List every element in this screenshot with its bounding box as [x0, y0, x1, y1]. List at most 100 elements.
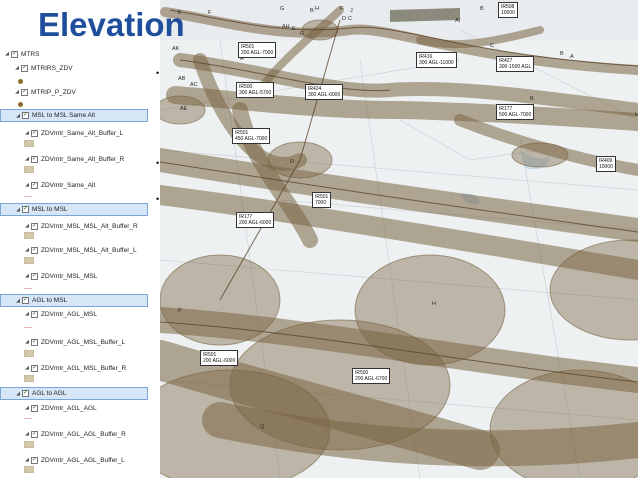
- expand-triangle-icon[interactable]: ◢: [3, 51, 11, 57]
- layer-visibility-checkbox[interactable]: ✓: [22, 390, 29, 397]
- route-label[interactable]: IR501 200 AGL-7000: [238, 42, 277, 58]
- route-point-label: Q: [260, 424, 265, 430]
- layer-row[interactable]: ◢ ✓ MTRIRS_ZDV: [0, 61, 160, 75]
- layer-visibility-checkbox[interactable]: ✓: [22, 112, 29, 119]
- layer-row[interactable]: ◢ ✓ ZDVmtr_AGL_MSL_Buffer_R: [0, 361, 160, 375]
- expand-triangle-icon[interactable]: ◢: [23, 457, 31, 463]
- route-point-label: P: [178, 308, 182, 314]
- layer-label: ZDVmtr_MSL_MSL: [41, 272, 98, 280]
- route-point-label: E: [292, 26, 296, 32]
- layer-row[interactable]: ◢ ✓ ZDVmtr_MSL_MSL_Alt_Buffer_L: [0, 243, 160, 257]
- layer-label: ZDVmtr_MSL_MSL_Alt_Buffer_L: [41, 246, 137, 254]
- layer-visibility-checkbox[interactable]: ✓: [31, 246, 38, 254]
- layer-row[interactable]: ◢ ✓ MTRS: [0, 47, 151, 61]
- layer-row[interactable]: ◢ ✓ MSL to MSL: [0, 203, 148, 216]
- layer-visibility-checkbox[interactable]: ✓: [31, 310, 38, 318]
- layer-visibility-checkbox[interactable]: ✓: [11, 50, 18, 58]
- route-label[interactable]: IR501 200 AGL-6000: [200, 350, 239, 366]
- route-label[interactable]: IR416 300 AGL-11000: [416, 52, 457, 68]
- route-point-label: B: [530, 96, 534, 102]
- expand-triangle-icon[interactable]: ◢: [14, 298, 22, 304]
- layer-panel: ◢ ✓ MTRS ◢ ✓ MTRIRS_ZDV ◢ ✓ MTRIP_P_ZDV ◢ ✓ MSL to …: [0, 44, 160, 478]
- polygon-swatch-icon: [24, 441, 34, 448]
- route-label-line: 200 AGL-6000: [203, 358, 236, 364]
- expand-triangle-icon[interactable]: ◢: [13, 65, 21, 71]
- expand-triangle-icon[interactable]: ◢: [23, 223, 31, 229]
- expand-triangle-icon[interactable]: ◢: [14, 113, 22, 119]
- layer-row[interactable]: ◢ ✓ ZDVmtr_Same_Alt_Buffer_R: [0, 152, 160, 166]
- layer-visibility-checkbox[interactable]: ✓: [31, 430, 38, 438]
- layer-visibility-checkbox[interactable]: ✓: [31, 404, 38, 412]
- layer-label: AGL to MSL: [32, 297, 68, 304]
- layer-visibility-checkbox[interactable]: ✓: [31, 456, 38, 464]
- layer-visibility-checkbox[interactable]: ✓: [21, 64, 28, 72]
- route-label[interactable]: IR501 7000: [312, 192, 332, 208]
- layer-visibility-checkbox[interactable]: ✓: [31, 338, 38, 346]
- route-label[interactable]: IR501 450 AGL-7000: [232, 128, 271, 144]
- slide-bullet-icon: •: [156, 68, 160, 78]
- route-label[interactable]: IR500 200 AGL-6700: [352, 368, 391, 384]
- layer-visibility-checkbox[interactable]: ✓: [31, 364, 38, 372]
- layer-label: ZDVmtr_Same_Alt_Buffer_L: [41, 129, 124, 137]
- layer-row[interactable]: ◢ ✓ ZDVmtr_MSL_MSL: [0, 269, 160, 283]
- layer-label: MTRIP_P_ZDV: [31, 88, 76, 96]
- route-point-label: AE: [180, 106, 188, 112]
- expand-triangle-icon[interactable]: ◢: [23, 339, 31, 345]
- layer-visibility-checkbox[interactable]: ✓: [22, 297, 29, 304]
- layer-row[interactable]: ◢ ✓ ZDVmtr_MSL_MSL_Alt_Buffer_R: [0, 219, 160, 233]
- layer-label: ZDVmtr_MSL_MSL_Alt_Buffer_R: [41, 222, 138, 230]
- polygon-swatch-icon: [24, 232, 34, 239]
- route-label[interactable]: IR427 300-1500 AGL: [496, 56, 535, 72]
- layer-row[interactable]: ◢ ✓ ZDVmtr_Same_Alt: [0, 178, 160, 192]
- expand-triangle-icon[interactable]: ◢: [23, 311, 31, 317]
- layer-visibility-checkbox[interactable]: ✓: [31, 155, 38, 163]
- layer-visibility-checkbox[interactable]: ✓: [31, 129, 38, 137]
- map-view[interactable]: EFGHBFJDCAHEGAIBAKABACECBAHBAAEDPQH IR50…: [160, 0, 638, 478]
- expand-triangle-icon[interactable]: ◢: [14, 391, 22, 397]
- route-label-line: 300 AGL-5700: [239, 90, 272, 96]
- expand-triangle-icon[interactable]: ◢: [23, 431, 31, 437]
- slide-bullet-icon: •: [156, 194, 160, 204]
- route-label[interactable]: IR424 300 AGL-6000: [305, 84, 344, 100]
- layer-row[interactable]: ◢ ✓ MSL to MSL Same Alt: [0, 109, 148, 122]
- map-canvas[interactable]: EFGHBFJDCAHEGAIBAKABACECBAHBAAEDPQH: [160, 0, 638, 478]
- route-point-label: D: [342, 16, 346, 22]
- expand-triangle-icon[interactable]: ◢: [23, 405, 31, 411]
- expand-triangle-icon[interactable]: ◢: [23, 156, 31, 162]
- expand-triangle-icon[interactable]: ◢: [23, 273, 31, 279]
- layer-row[interactable]: ◢ ✓ AGL to AGL: [0, 387, 148, 400]
- route-label[interactable]: IR177 500 AGL-7000: [496, 104, 535, 120]
- expand-triangle-icon[interactable]: ◢: [23, 130, 31, 136]
- polygon-swatch-icon: [24, 257, 34, 264]
- layer-row[interactable]: ◢ ✓ AGL to MSL: [0, 294, 148, 307]
- layer-row[interactable]: ◢ ✓ ZDVmtr_AGL_AGL: [0, 401, 160, 415]
- route-label-line: 10000: [599, 164, 613, 170]
- expand-triangle-icon[interactable]: ◢: [13, 89, 21, 95]
- layer-row[interactable]: ◢ ✓ MTRIP_P_ZDV: [0, 85, 160, 99]
- layer-visibility-checkbox[interactable]: ✓: [31, 272, 38, 280]
- layer-row[interactable]: ◢ ✓ ZDVmtr_AGL_MSL_Buffer_L: [0, 335, 160, 349]
- route-label[interactable]: IR500 300 AGL-5700: [236, 82, 275, 98]
- expand-triangle-icon[interactable]: ◢: [23, 247, 31, 253]
- route-label-line: 200 AGL-7000: [241, 50, 274, 56]
- layer-label: ZDVmtr_Same_Alt_Buffer_R: [41, 155, 125, 163]
- terrain-patch: [390, 8, 460, 22]
- layer-label: ZDVmtr_AGL_AGL: [41, 404, 97, 412]
- layer-visibility-checkbox[interactable]: ✓: [22, 206, 29, 213]
- layer-visibility-checkbox[interactable]: ✓: [31, 222, 38, 230]
- expand-triangle-icon[interactable]: ◢: [14, 207, 22, 213]
- layer-row[interactable]: ◢ ✓ ZDVmtr_AGL_AGL_Buffer_R: [0, 427, 160, 441]
- expand-triangle-icon[interactable]: ◢: [23, 182, 31, 188]
- layer-visibility-checkbox[interactable]: ✓: [21, 88, 28, 96]
- layer-row[interactable]: ◢ ✓ ZDVmtr_AGL_AGL_Buffer_L: [0, 453, 160, 467]
- route-label[interactable]: IR409 10000: [596, 156, 616, 172]
- layer-row[interactable]: ◢ ✓ ZDVmtr_Same_Alt_Buffer_L: [0, 126, 160, 140]
- layer-label: AGL to AGL: [32, 390, 67, 397]
- route-point-label: AI: [455, 18, 461, 24]
- route-label[interactable]: IR508 10000: [498, 2, 518, 18]
- expand-triangle-icon[interactable]: ◢: [23, 365, 31, 371]
- slide-title: Elevation: [38, 6, 185, 43]
- layer-row[interactable]: ◢ ✓ ZDVmtr_AGL_MSL: [0, 307, 160, 321]
- layer-visibility-checkbox[interactable]: ✓: [31, 181, 38, 189]
- route-label[interactable]: IR177 200 AGL-6000: [236, 212, 275, 228]
